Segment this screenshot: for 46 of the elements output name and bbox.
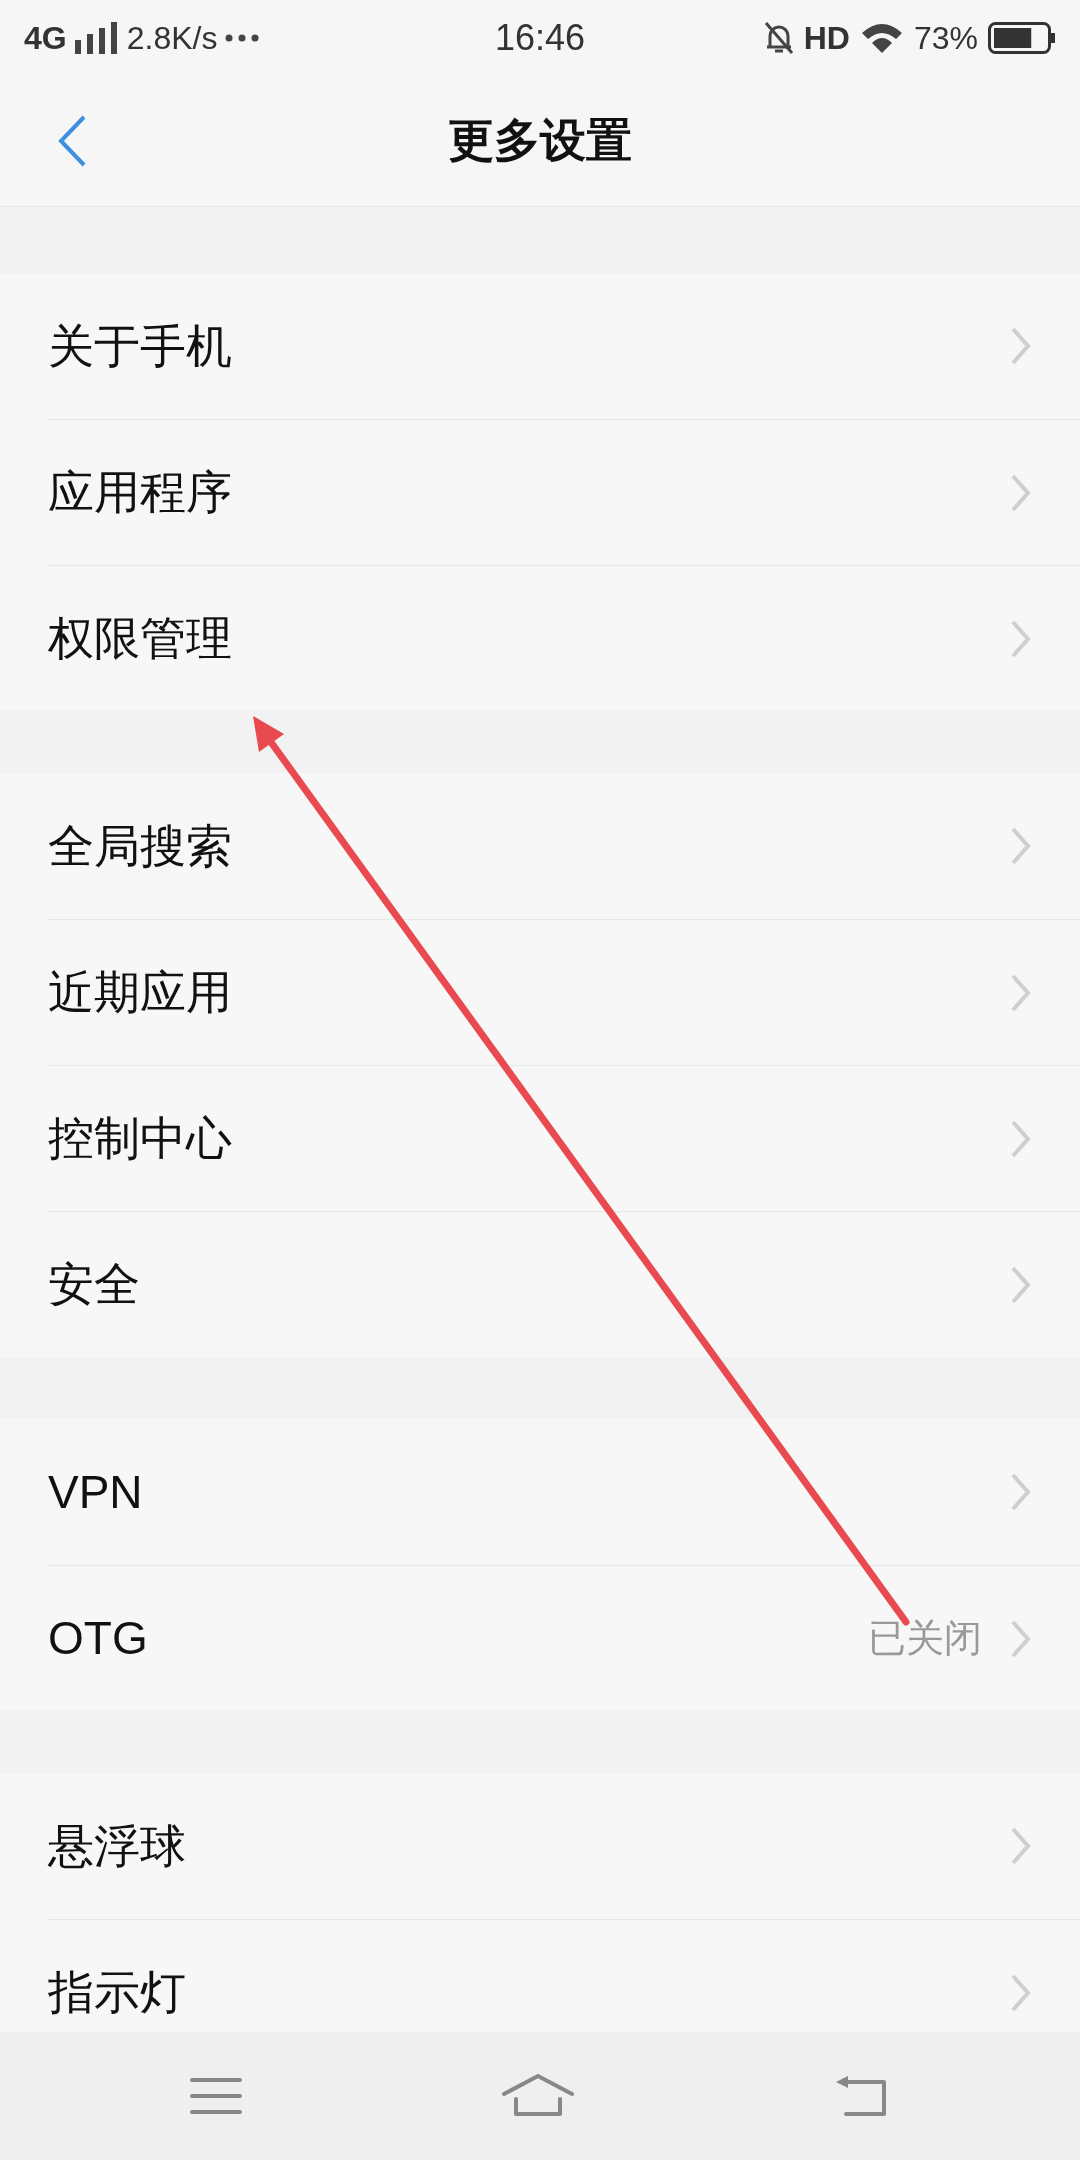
chevron-right-icon	[1010, 618, 1032, 659]
chevron-right-icon	[1010, 1972, 1032, 2013]
status-time: 16:46	[494, 15, 586, 60]
chevron-right-icon	[1010, 1618, 1032, 1659]
battery-percent: 73%	[913, 18, 978, 58]
back-icon	[57, 113, 87, 168]
row-label: VPN	[48, 1464, 143, 1520]
row-label: 全局搜索	[48, 818, 232, 874]
row-label: 安全	[48, 1257, 140, 1312]
chevron-right-icon	[1010, 1264, 1032, 1305]
signal-icon	[74, 21, 119, 54]
home-icon[interactable]	[502, 2074, 574, 2118]
settings-row[interactable]: 安全	[48, 1211, 1080, 1357]
settings-row[interactable]: OTG 已关闭	[48, 1565, 1080, 1711]
network-speed: 2.8K/s	[126, 18, 218, 58]
row-label: 近期应用	[48, 965, 232, 1020]
more-icon	[225, 33, 260, 42]
chevron-right-icon	[1010, 972, 1032, 1013]
row-label: 关于手机	[48, 318, 232, 374]
chevron-right-icon	[1010, 472, 1032, 513]
row-label: 应用程序	[48, 465, 232, 520]
chevron-right-icon	[1010, 1118, 1032, 1159]
chevron-right-icon	[1010, 1826, 1032, 1866]
row-label: OTG	[48, 1611, 148, 1666]
settings-row[interactable]: 关于手机	[0, 273, 1080, 419]
chevron-right-icon	[1010, 1472, 1032, 1512]
chevron-right-icon	[1010, 826, 1032, 866]
menu-icon[interactable]	[190, 2076, 242, 2116]
chevron-right-icon	[1010, 326, 1032, 366]
settings-row[interactable]: VPN	[0, 1419, 1080, 1565]
settings-row[interactable]: 悬浮球	[0, 1773, 1080, 1919]
battery-icon	[988, 21, 1056, 54]
row-label: 指示灯	[48, 1965, 186, 2020]
settings-row[interactable]: 近期应用	[48, 919, 1080, 1065]
row-label: 悬浮球	[48, 1818, 186, 1874]
muted-bell-icon	[763, 20, 794, 55]
row-label: 权限管理	[48, 611, 232, 666]
row-value: 已关闭	[868, 1616, 982, 1661]
settings-row[interactable]: 控制中心	[48, 1065, 1080, 1211]
settings-row[interactable]: 应用程序	[48, 419, 1080, 565]
row-label: 控制中心	[48, 1111, 232, 1166]
network-type: 4G	[24, 18, 67, 58]
settings-row[interactable]: 全局搜索	[0, 773, 1080, 919]
settings-row[interactable]: 权限管理	[48, 565, 1080, 711]
page-title: 更多设置	[448, 113, 632, 168]
hd-label: HD	[803, 18, 850, 58]
